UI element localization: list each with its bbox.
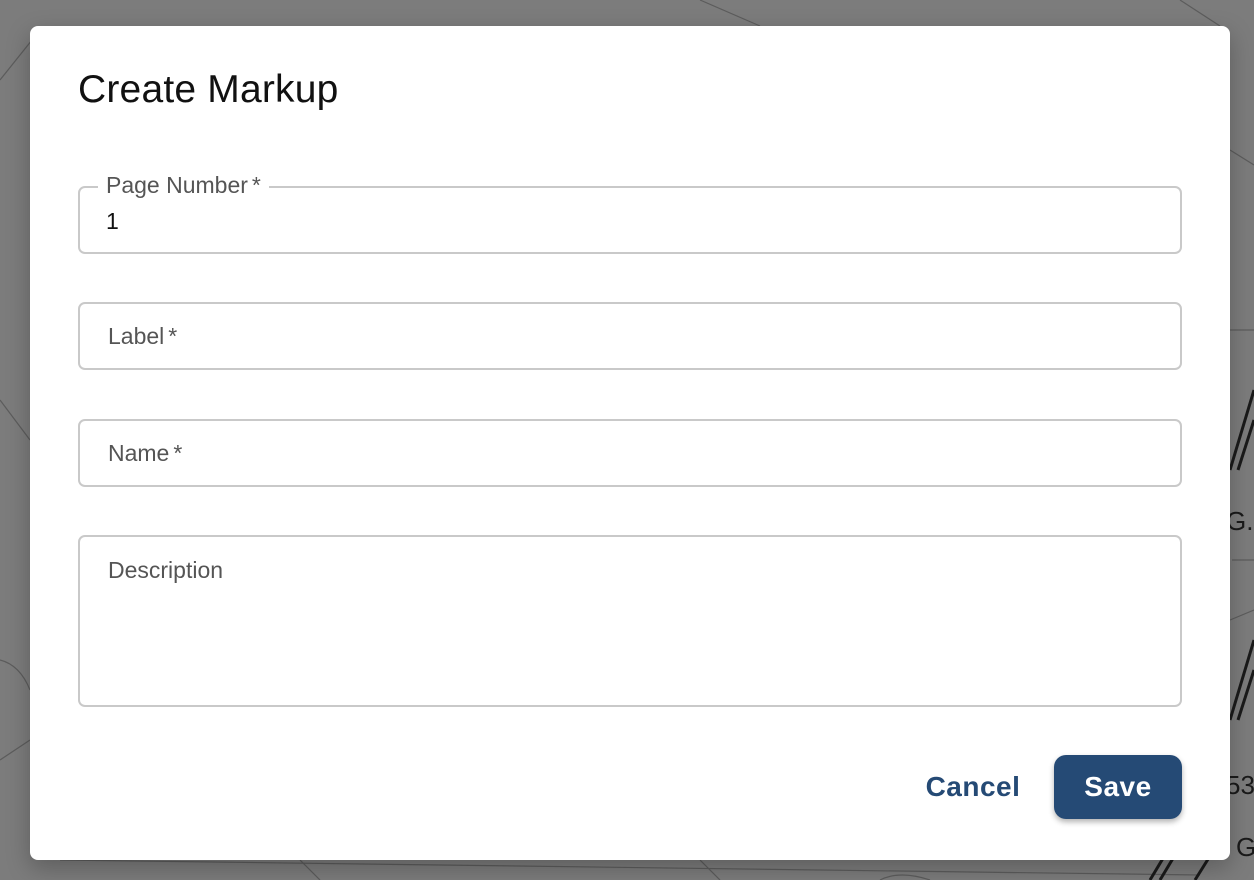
- save-button[interactable]: Save: [1054, 755, 1182, 819]
- required-mark: *: [251, 172, 261, 198]
- required-mark: *: [168, 323, 178, 349]
- label-field[interactable]: Label *: [78, 302, 1182, 370]
- blueprint-label: G: [1236, 832, 1254, 862]
- page-number-field[interactable]: Page Number * 1: [78, 172, 1182, 254]
- label-field-label-text: Label: [108, 323, 165, 349]
- name-field[interactable]: Name *: [78, 419, 1182, 487]
- required-mark: *: [173, 440, 183, 466]
- page-number-label-text: Page Number: [106, 172, 248, 198]
- blueprint-label: G.1: [1226, 506, 1254, 536]
- dialog-title: Create Markup: [78, 68, 339, 111]
- description-field[interactable]: Description: [78, 535, 1182, 707]
- name-field-label: Name *: [106, 440, 185, 467]
- page-number-value[interactable]: 1: [106, 208, 119, 235]
- label-field-label: Label *: [106, 323, 180, 350]
- cancel-button[interactable]: Cancel: [910, 756, 1036, 818]
- page-number-label: Page Number *: [98, 172, 269, 199]
- description-field-label: Description: [106, 557, 226, 584]
- blueprint-label: 53A: [1226, 770, 1254, 800]
- name-field-label-text: Name: [108, 440, 170, 466]
- create-markup-dialog: Create Markup Page Number * 1 Label * Name…: [30, 26, 1230, 860]
